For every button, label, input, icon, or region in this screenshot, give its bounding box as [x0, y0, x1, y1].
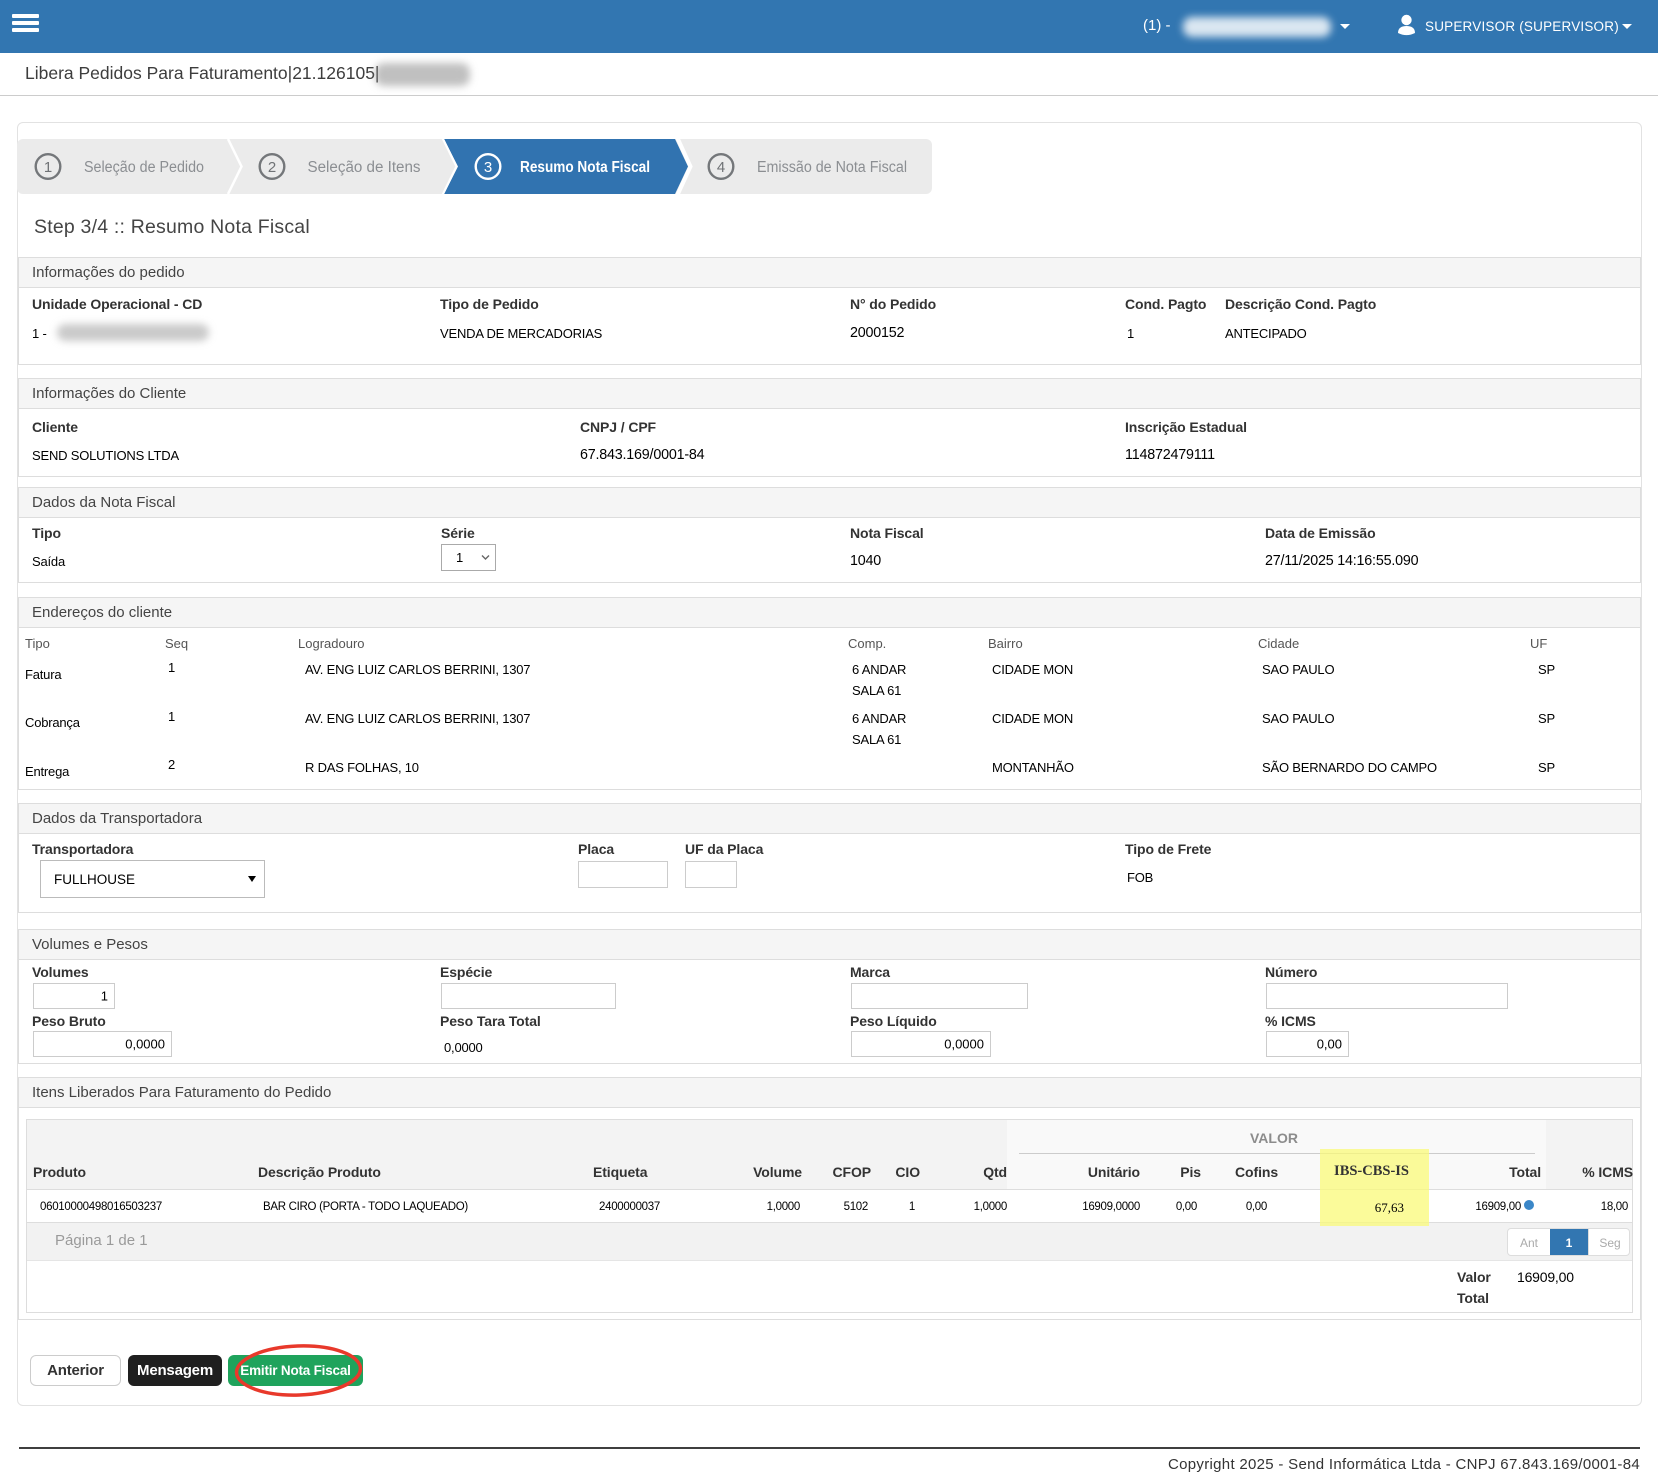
svg-text:Seleção de Pedido: Seleção de Pedido	[84, 159, 204, 176]
svg-text:3: 3	[484, 159, 492, 176]
svg-text:2: 2	[268, 159, 276, 176]
svg-text:Emissão de Nota Fiscal: Emissão de Nota Fiscal	[757, 159, 907, 176]
svg-text:Resumo Nota Fiscal: Resumo Nota Fiscal	[520, 159, 650, 176]
svg-text:4: 4	[717, 159, 725, 176]
svg-text:Seleção de Itens: Seleção de Itens	[308, 159, 421, 176]
svg-text:1: 1	[44, 159, 52, 176]
